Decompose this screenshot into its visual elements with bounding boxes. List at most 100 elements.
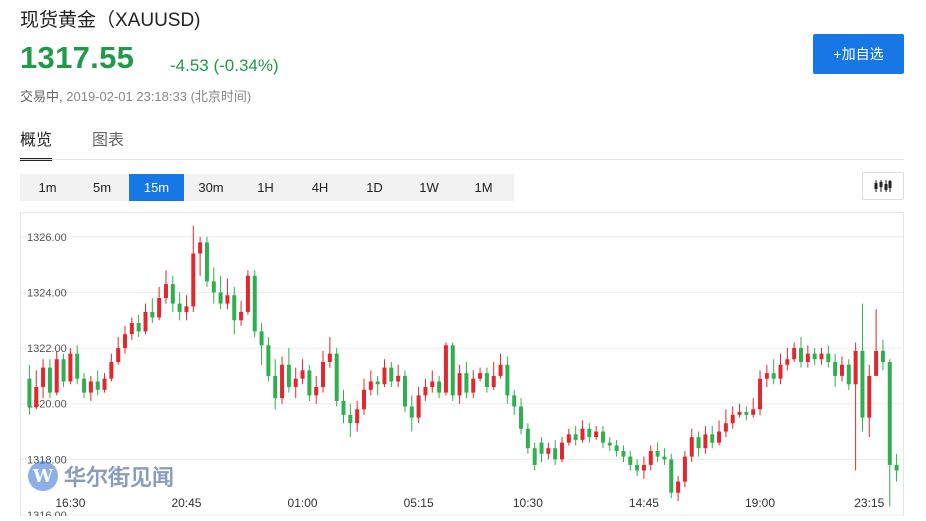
period-30m[interactable]: 30m <box>184 174 239 201</box>
x-tick-label: 01:00 <box>288 496 318 510</box>
candle-body <box>710 434 715 443</box>
candle-body <box>457 373 462 396</box>
candle-body <box>184 306 189 312</box>
candle-body <box>116 348 121 362</box>
candle-body <box>321 362 326 388</box>
candle-body <box>498 364 503 376</box>
candle-body <box>327 353 332 362</box>
period-1m[interactable]: 1m <box>20 174 75 201</box>
candle-body <box>300 370 305 379</box>
period-1mo[interactable]: 1M <box>456 174 511 201</box>
candle-body <box>443 345 448 393</box>
candle-body <box>846 364 851 385</box>
candle-body <box>41 367 46 388</box>
candle-body <box>696 437 701 449</box>
candle-body <box>259 331 264 346</box>
tab-bar: 概览 图表 <box>20 126 124 161</box>
candle-body <box>703 434 708 449</box>
candle-body <box>887 362 892 465</box>
candle-body <box>600 431 605 443</box>
candle-body <box>198 242 203 254</box>
candle-body <box>88 381 93 393</box>
candle-body <box>635 464 640 471</box>
candle-body <box>136 323 141 332</box>
candle-body <box>785 359 790 365</box>
candle-body <box>471 378 476 393</box>
candle-body <box>34 387 39 407</box>
candle-body <box>512 395 517 407</box>
candle-body <box>54 359 59 393</box>
candle-body <box>689 437 694 457</box>
x-tick-label: 16:30 <box>55 496 85 510</box>
candle-body <box>102 378 107 390</box>
candle-body <box>723 423 728 432</box>
x-tick-label: 05:15 <box>404 496 434 510</box>
instrument-title: 现货黄金（XAUUSD) <box>20 10 201 31</box>
period-15m[interactable]: 15m <box>129 174 184 201</box>
candle-body <box>75 353 80 379</box>
candle-body <box>546 448 551 454</box>
candle-body <box>519 406 524 429</box>
candle-body <box>293 378 298 388</box>
candle-body <box>867 375 872 418</box>
tab-overview[interactable]: 概览 <box>20 126 53 161</box>
candle-body <box>826 353 831 362</box>
candle-body <box>191 253 196 307</box>
candle-body <box>245 275 250 312</box>
candle-body <box>252 275 257 332</box>
candle-body <box>204 242 209 282</box>
candle-body <box>437 381 442 393</box>
period-5m[interactable]: 5m <box>75 174 130 201</box>
candle-body <box>307 370 312 396</box>
candle-body <box>177 303 182 312</box>
candle-body <box>273 375 278 399</box>
candle-body <box>47 367 52 393</box>
y-tick-label: 1326.00 <box>27 232 67 244</box>
candle-body <box>61 359 66 382</box>
candle-body <box>416 395 421 418</box>
candle-body <box>348 414 353 424</box>
timestamp: 2019-02-01 23:18:33 (北京时间) <box>66 89 252 104</box>
x-tick-label: 19:00 <box>745 496 775 510</box>
candle-body <box>648 451 653 465</box>
candle-body <box>368 381 373 390</box>
candle-body <box>82 378 87 393</box>
candle-body <box>764 373 769 379</box>
candle-body <box>361 389 366 410</box>
candle-body <box>676 481 681 493</box>
candle-body <box>662 456 667 460</box>
candle-body <box>573 434 578 440</box>
candle-body <box>68 353 73 382</box>
candle-body <box>860 350 865 418</box>
watermark-text: 华尔街见闻 <box>64 465 175 491</box>
add-watchlist-button[interactable]: +加自选 <box>813 34 904 74</box>
x-tick-label: 14:45 <box>629 496 659 510</box>
period-1h[interactable]: 1H <box>238 174 293 201</box>
candle-body <box>744 412 749 415</box>
trading-status: 交易中, 2019-02-01 23:18:33 (北京时间) <box>20 86 251 105</box>
candle-body <box>669 459 674 493</box>
candle-body <box>730 414 735 424</box>
candle-body <box>532 448 537 465</box>
tab-chart[interactable]: 图表 <box>92 126 124 161</box>
x-tick-label: 10:30 <box>513 496 543 510</box>
candlestick-icon <box>874 180 892 192</box>
chart-type-button[interactable] <box>862 172 904 200</box>
y-tick-label: 1316.00 <box>27 510 67 516</box>
current-price: 1317.55 <box>20 40 135 75</box>
period-1w[interactable]: 1W <box>402 174 457 201</box>
candle-body <box>525 428 530 449</box>
period-4h[interactable]: 4H <box>293 174 348 201</box>
candle-body <box>157 298 162 318</box>
x-tick-label: 20:45 <box>171 496 201 510</box>
wallstreetcn-logo-icon: W <box>28 461 58 491</box>
candle-body <box>539 442 544 454</box>
status-label: 交易中, <box>20 89 63 104</box>
candle-body <box>163 284 168 299</box>
candle-body <box>211 281 216 293</box>
candle-body <box>396 375 401 382</box>
candle-body <box>880 350 885 362</box>
period-1d[interactable]: 1D <box>347 174 402 201</box>
candle-body <box>225 295 230 304</box>
candle-body <box>232 295 237 321</box>
